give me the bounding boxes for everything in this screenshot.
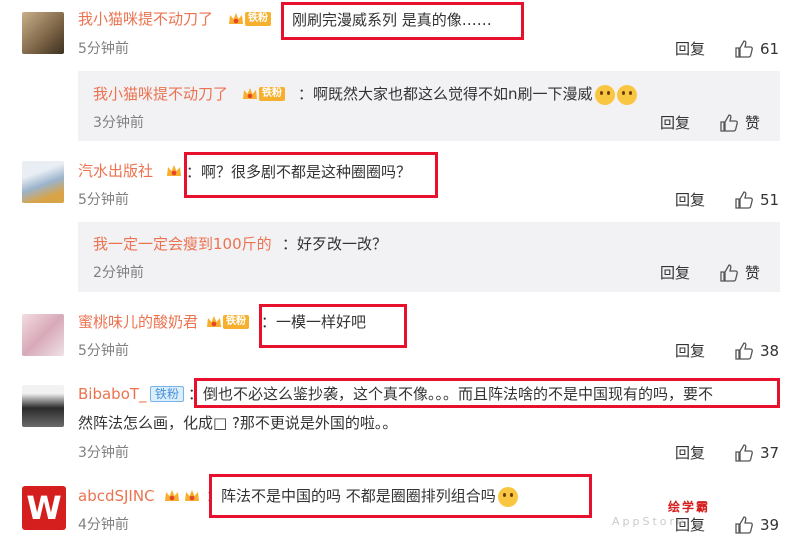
reply-button[interactable]: 回复 xyxy=(675,443,705,463)
reply-username[interactable]: 我小猫咪提不动刀了 xyxy=(93,84,228,104)
avatar[interactable] xyxy=(22,161,64,203)
highlight-box xyxy=(184,152,438,198)
crown-icon xyxy=(167,165,181,176)
comment-username[interactable]: abcdSJINC xyxy=(78,486,155,506)
avatar[interactable] xyxy=(22,314,64,356)
comment-text-continued: 然阵法怎么画，化成□ ?那不更说是外国的啦。。 xyxy=(78,414,398,432)
like-button[interactable]: 赞 xyxy=(719,113,760,133)
comment-username[interactable]: 蜜桃味儿的酸奶君 xyxy=(78,312,198,332)
reply-button[interactable]: 回复 xyxy=(675,341,705,361)
reply-text: ：好歹改一改？ xyxy=(282,235,388,253)
crown-icon xyxy=(165,490,179,501)
crown-icon xyxy=(185,490,199,501)
thumbs-up-icon xyxy=(720,114,738,132)
reply-time: 2分钟前 xyxy=(93,265,144,281)
comment-username[interactable]: 我小猫咪提不动刀了 xyxy=(78,9,213,29)
thumbs-up-icon xyxy=(735,40,753,58)
comment-username[interactable]: BibaboT_ xyxy=(78,384,147,404)
reply-box: 我小猫咪提不动刀了 铁粉 ：啊既然大家也都这么觉得不如n刷一下漫威 3分钟前 回… xyxy=(78,71,780,141)
thumbs-up-icon xyxy=(735,444,753,462)
reply-button[interactable]: 回复 xyxy=(675,39,705,59)
like-label: 赞 xyxy=(745,114,761,132)
comment-time: 5分钟前 xyxy=(78,192,129,208)
emoji-icon xyxy=(616,84,637,105)
crown-icon xyxy=(229,13,243,24)
reply-box: 我一定一定会瘦到100斤的 ：好歹改一改？ 2分钟前 回复 赞 xyxy=(78,222,780,292)
reply-time: 3分钟前 xyxy=(93,115,144,131)
like-button[interactable]: 38 xyxy=(734,341,779,361)
like-count: 39 xyxy=(760,516,780,534)
highlight-box xyxy=(259,304,407,348)
user-badge: 铁粉 xyxy=(206,314,249,330)
comment-time: 5分钟前 xyxy=(78,41,129,57)
user-badge: 铁粉 xyxy=(228,11,271,27)
crown-icon xyxy=(243,88,257,99)
like-count: 61 xyxy=(760,40,780,58)
reply-text: ：啊既然大家也都这么觉得不如n刷一下漫威 xyxy=(298,84,637,105)
user-badge: 铁粉 xyxy=(242,86,285,102)
like-count: 51 xyxy=(760,191,780,209)
comment-time: 4分钟前 xyxy=(78,517,129,533)
like-button[interactable]: 51 xyxy=(734,190,779,210)
reply-button[interactable]: 回复 xyxy=(660,113,690,133)
reply-button[interactable]: 回复 xyxy=(660,263,690,283)
thumbs-up-icon xyxy=(720,264,738,282)
comment-username[interactable]: 汽水出版社 xyxy=(78,161,153,181)
reply-username[interactable]: 我一定一定会瘦到100斤的 xyxy=(93,234,272,254)
thumbs-up-icon xyxy=(735,516,753,534)
thumbs-up-icon xyxy=(735,191,753,209)
like-button[interactable]: 赞 xyxy=(719,263,760,283)
highlight-box xyxy=(281,2,524,40)
highlight-box xyxy=(209,474,592,518)
like-button[interactable]: 37 xyxy=(734,443,779,463)
user-badge xyxy=(164,488,201,504)
like-count: 37 xyxy=(760,444,780,462)
like-button[interactable]: 61 xyxy=(734,39,779,59)
like-label: 赞 xyxy=(745,264,761,282)
user-badge xyxy=(166,163,183,179)
avatar[interactable] xyxy=(22,12,64,54)
like-button[interactable]: 39 xyxy=(734,515,779,535)
watermark-name: 绘学霸 xyxy=(668,500,711,514)
user-badge: 铁粉 xyxy=(150,386,185,402)
reply-button[interactable]: 回复 xyxy=(675,190,705,210)
watermark-logo: W xyxy=(22,486,66,530)
thumbs-up-icon xyxy=(735,342,753,360)
emoji-icon xyxy=(594,84,615,105)
like-count: 38 xyxy=(760,342,780,360)
watermark-faint-text: AppStore xyxy=(612,515,687,528)
comment-time: 5分钟前 xyxy=(78,343,129,359)
highlight-box xyxy=(194,378,780,408)
comment-time: 3分钟前 xyxy=(78,445,129,461)
avatar[interactable] xyxy=(22,385,64,427)
crown-icon xyxy=(207,316,221,327)
